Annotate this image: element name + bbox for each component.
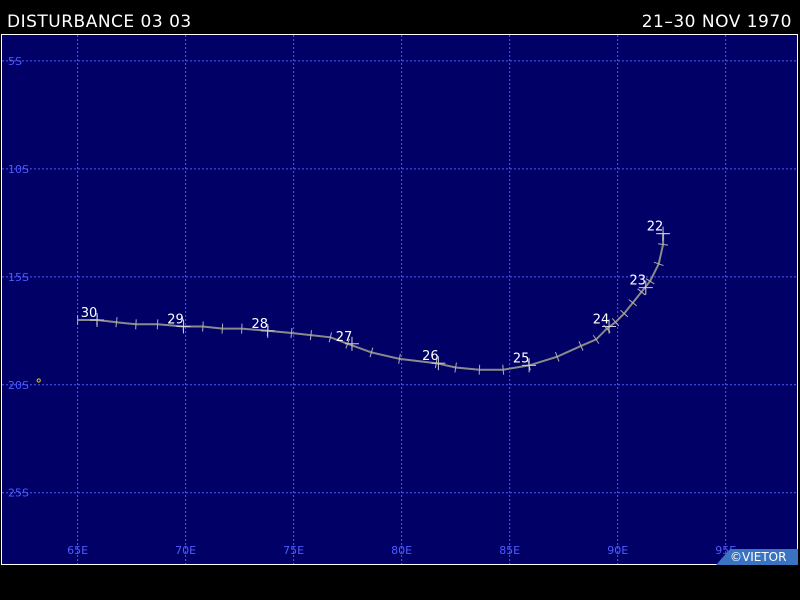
copyright-badge: ©VIETOR	[716, 549, 798, 565]
grid-labels: 65E 70E 75E 80E 85E 90E 95E5S10S15S20S25S	[8, 55, 736, 557]
map-frame[interactable]: 65E 70E 75E 80E 85E 90E 95E 5S 10S 15S 20S 25S 22 23…	[1, 34, 798, 565]
track-fix-tick	[115, 317, 118, 328]
lon-tick-label: 85E	[499, 544, 520, 557]
track-fix-tick	[290, 327, 293, 338]
day-label: 24	[593, 312, 610, 327]
location-marker	[36, 378, 41, 383]
storm-track-map[interactable]: 65E 70E 75E 80E 85E 90E 95E5S10S15S20S25S 2223…	[2, 35, 797, 564]
lon-tick-label: 75E	[283, 544, 304, 557]
storm-track	[77, 233, 669, 375]
day-label: 26	[422, 349, 439, 364]
day-label: 28	[251, 317, 268, 332]
lon-tick-label: 90E	[607, 544, 628, 557]
map-title: DISTURBANCE 03 03	[7, 12, 192, 32]
day-label: 29	[167, 312, 184, 327]
lat-lon-grid	[2, 35, 797, 564]
day-labels: 22 23 24 25 26 27 28 29 30	[36, 220, 671, 383]
track-line	[77, 233, 665, 371]
track-fix-tick	[221, 323, 224, 334]
copyright-text: ©VIETOR	[730, 550, 787, 564]
day-label: 30	[81, 306, 98, 321]
lat-tick-label: 20S	[8, 379, 29, 392]
track-fix-tick	[502, 364, 505, 375]
lat-tick-label: 5S	[8, 55, 22, 68]
header: DISTURBANCE 03 03 21–30 NOV 1970	[0, 0, 800, 34]
track-fix-tick	[202, 321, 204, 332]
lon-tick-label: 80E	[391, 544, 412, 557]
lon-tick-label: 70E	[175, 544, 196, 557]
lat-tick-label: 10S	[8, 163, 29, 176]
lon-tick-label: 65E	[67, 544, 88, 557]
day-label: 27	[336, 330, 353, 345]
track-fix-tick	[309, 330, 312, 341]
day-label: 25	[513, 351, 530, 366]
lat-tick-label: 25S	[8, 487, 29, 500]
lat-tick-label: 15S	[8, 271, 29, 284]
track-fix-tick	[658, 243, 669, 246]
date-range: 21–30 NOV 1970	[641, 12, 792, 32]
day-label: 22	[647, 220, 664, 235]
day-label: 23	[630, 274, 647, 289]
track-fix-tick	[135, 319, 137, 330]
